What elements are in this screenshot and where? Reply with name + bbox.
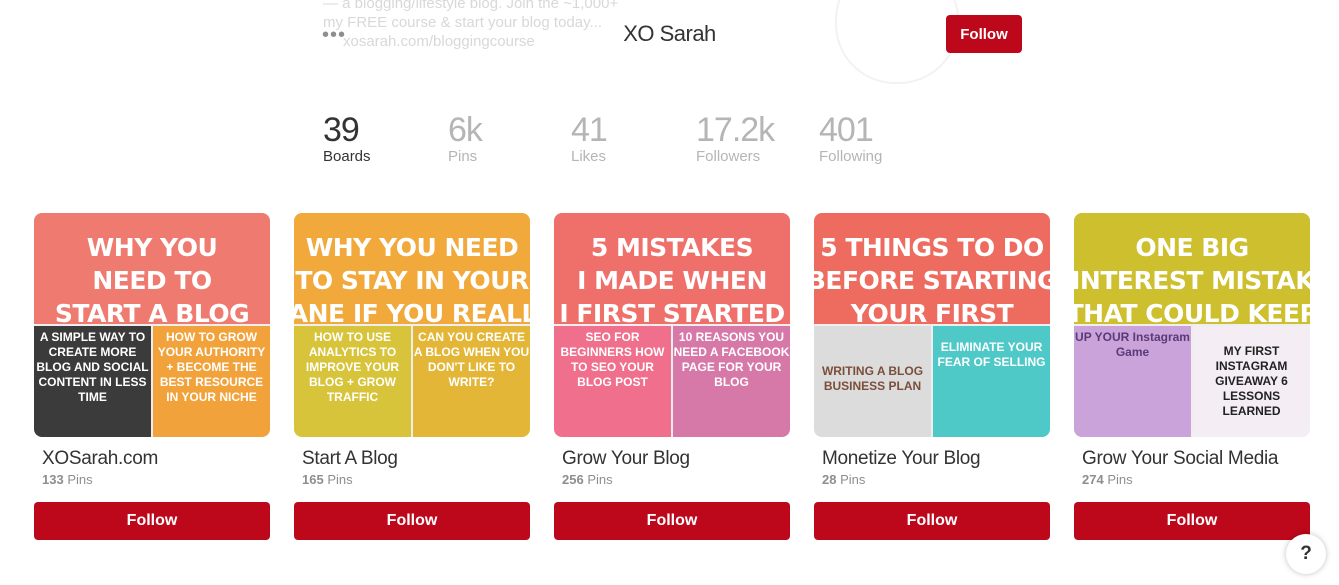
thumb-text: HOW TO GROW YOUR AUTHORITY + BECOME THE …: [157, 330, 266, 404]
board-card[interactable]: 5 THINGS TO DO BEFORE STARTING YOUR FIRST …: [814, 213, 1050, 540]
board-pin-count: 133 Pins: [42, 472, 270, 487]
board-card[interactable]: 5 MISTAKES I MADE WHEN I FIRST STARTED SEO…: [554, 213, 790, 540]
pin-count-value: 133: [42, 472, 64, 487]
board-cover-thumb-left: SEO FOR BEGINNERS HOW TO SEO YOUR BLOG P…: [554, 326, 671, 437]
board-cover-main-image: 5 MISTAKES I MADE WHEN I FIRST STARTED: [554, 213, 790, 328]
stat-value: 39: [323, 111, 360, 149]
board-name[interactable]: Start A Blog: [302, 448, 530, 470]
board-follow-button[interactable]: Follow: [34, 502, 270, 540]
stat-pins[interactable]: 6k Pins: [448, 111, 483, 165]
stat-value: 6k: [448, 111, 483, 149]
board-cover-thumb-right: ELIMINATE YOUR FEAR OF SELLING: [933, 326, 1050, 437]
profile-name: XO Sarah: [623, 21, 716, 46]
board-cover-thumb-right: MY FIRST INSTAGRAM GIVEAWAY 6 LESSONS LE…: [1193, 326, 1310, 437]
stat-value: 41: [571, 111, 608, 149]
board-cover-thumb-right: 10 REASONS YOU NEED A FACEBOOK PAGE FOR …: [673, 326, 790, 437]
board-cover-main-image: WHY YOU NEED TO START A BLOG: [34, 213, 270, 328]
board-cover-main-image: 5 THINGS TO DO BEFORE STARTING YOUR FIRST: [814, 213, 1050, 328]
stat-label: Pins: [448, 148, 478, 165]
thumb-text: SEO FOR BEGINNERS HOW TO SEO YOUR BLOG P…: [560, 330, 665, 389]
board-name[interactable]: Grow Your Social Media: [1082, 448, 1310, 470]
thumb-text: CAN YOU CREATE A BLOG WHEN YOU DON'T LIK…: [413, 330, 530, 389]
board-cover[interactable]: 5 THINGS TO DO BEFORE STARTING YOUR FIRST …: [814, 213, 1050, 437]
board-pin-count: 165 Pins: [302, 472, 530, 487]
board-name[interactable]: Monetize Your Blog: [822, 448, 1050, 470]
board-cover-main-image: WHY YOU NEEDTO STAY IN YOURLANE IF YOU R…: [294, 213, 530, 328]
pin-count-value: 256: [562, 472, 584, 487]
board-cover-thumb-left: UP YOUR Instagram Game: [1074, 326, 1191, 437]
board-cover[interactable]: 5 MISTAKES I MADE WHEN I FIRST STARTED SEO…: [554, 213, 790, 437]
board-cover-thumb-left: A SIMPLE WAY TO CREATE MORE BLOG AND SOC…: [34, 326, 151, 437]
stat-label: Following: [819, 148, 883, 165]
pin-count-word: Pins: [840, 472, 866, 487]
stat-boards[interactable]: 39 Boards: [323, 112, 371, 165]
board-cover-thumb-right: HOW TO GROW YOUR AUTHORITY + BECOME THE …: [153, 326, 270, 437]
board-follow-button[interactable]: Follow: [814, 502, 1050, 540]
board-cover-main-image: ONE BIGPINTEREST MISTAKETHAT COULD KEEP: [1074, 213, 1310, 328]
about-line: — a blogging/lifestyle blog. Join the ~1…: [323, 0, 619, 12]
board-cover[interactable]: WHY YOU NEED TO START A BLOG A SIMPLE WAY …: [34, 213, 270, 437]
board-follow-button[interactable]: Follow: [554, 502, 790, 540]
stat-value: 401: [819, 111, 874, 149]
pin-count-value: 28: [822, 472, 837, 487]
board-card[interactable]: ONE BIGPINTEREST MISTAKETHAT COULD KEEP …: [1074, 213, 1310, 540]
board-cover-text: 5 MISTAKES I MADE WHEN I FIRST STARTED: [559, 233, 785, 328]
stat-value: 17.2k: [696, 111, 775, 149]
thumb-text: WRITING A BLOG BUSINESS PLAN: [821, 364, 924, 393]
profile-follow-button[interactable]: Follow: [946, 15, 1022, 53]
board-cover[interactable]: WHY YOU NEEDTO STAY IN YOURLANE IF YOU R…: [294, 213, 530, 437]
board-pin-count: 28 Pins: [822, 472, 1050, 487]
thumb-text: MY FIRST INSTAGRAM GIVEAWAY 6 LESSONS LE…: [1215, 344, 1288, 418]
board-cover-thumb-left: WRITING A BLOG BUSINESS PLAN: [814, 326, 931, 437]
board-cover[interactable]: ONE BIGPINTEREST MISTAKETHAT COULD KEEP …: [1074, 213, 1310, 437]
thumb-text: UP YOUR Instagram Game: [1075, 330, 1190, 359]
board-cover-text: ONE BIGPINTEREST MISTAKETHAT COULD KEEP: [1074, 233, 1310, 328]
pin-count-word: Pins: [327, 472, 353, 487]
board-pin-count: 256 Pins: [562, 472, 790, 487]
thumb-text: 10 REASONS YOU NEED A FACEBOOK PAGE FOR …: [673, 330, 790, 389]
thumb-text: A SIMPLE WAY TO CREATE MORE BLOG AND SOC…: [36, 330, 149, 404]
pin-count-word: Pins: [587, 472, 613, 487]
stat-followers[interactable]: 17.2k Followers: [696, 111, 775, 165]
stat-label: Boards: [323, 148, 371, 165]
stat-likes[interactable]: 41 Likes: [571, 111, 608, 165]
board-card[interactable]: WHY YOU NEEDTO STAY IN YOURLANE IF YOU R…: [294, 213, 530, 540]
pin-count-value: 274: [1082, 472, 1104, 487]
board-follow-button[interactable]: Follow: [1074, 502, 1310, 540]
board-cover-thumb-right: CAN YOU CREATE A BLOG WHEN YOU DON'T LIK…: [413, 326, 530, 437]
profile-header: — a blogging/lifestyle blog. Join the ~1…: [0, 0, 1339, 84]
stat-label: Likes: [571, 148, 607, 165]
thumb-text: ELIMINATE YOUR FEAR OF SELLING: [937, 340, 1046, 369]
pin-count-word: Pins: [1107, 472, 1133, 487]
board-cover-text: 5 THINGS TO DO BEFORE STARTING YOUR FIRST: [814, 233, 1050, 328]
board-name[interactable]: XOSarah.com: [42, 448, 270, 470]
board-cover-thumb-left: HOW TO USE ANALYTICS TO IMPROVE YOUR BLO…: [294, 326, 411, 437]
board-name[interactable]: Grow Your Blog: [562, 448, 790, 470]
stat-label: Followers: [696, 148, 761, 165]
board-card[interactable]: WHY YOU NEED TO START A BLOG A SIMPLE WAY …: [34, 213, 270, 540]
board-follow-button[interactable]: Follow: [294, 502, 530, 540]
board-cover-text: WHY YOU NEEDTO STAY IN YOURLANE IF YOU R…: [294, 233, 530, 328]
pin-count-word: Pins: [67, 472, 93, 487]
board-cover-text: WHY YOU NEED TO START A BLOG: [54, 233, 250, 328]
help-button[interactable]: ?: [1286, 534, 1326, 574]
stat-following[interactable]: 401 Following: [819, 112, 882, 165]
board-pin-count: 274 Pins: [1082, 472, 1310, 487]
pin-count-value: 165: [302, 472, 324, 487]
thumb-text: HOW TO USE ANALYTICS TO IMPROVE YOUR BLO…: [305, 330, 400, 404]
